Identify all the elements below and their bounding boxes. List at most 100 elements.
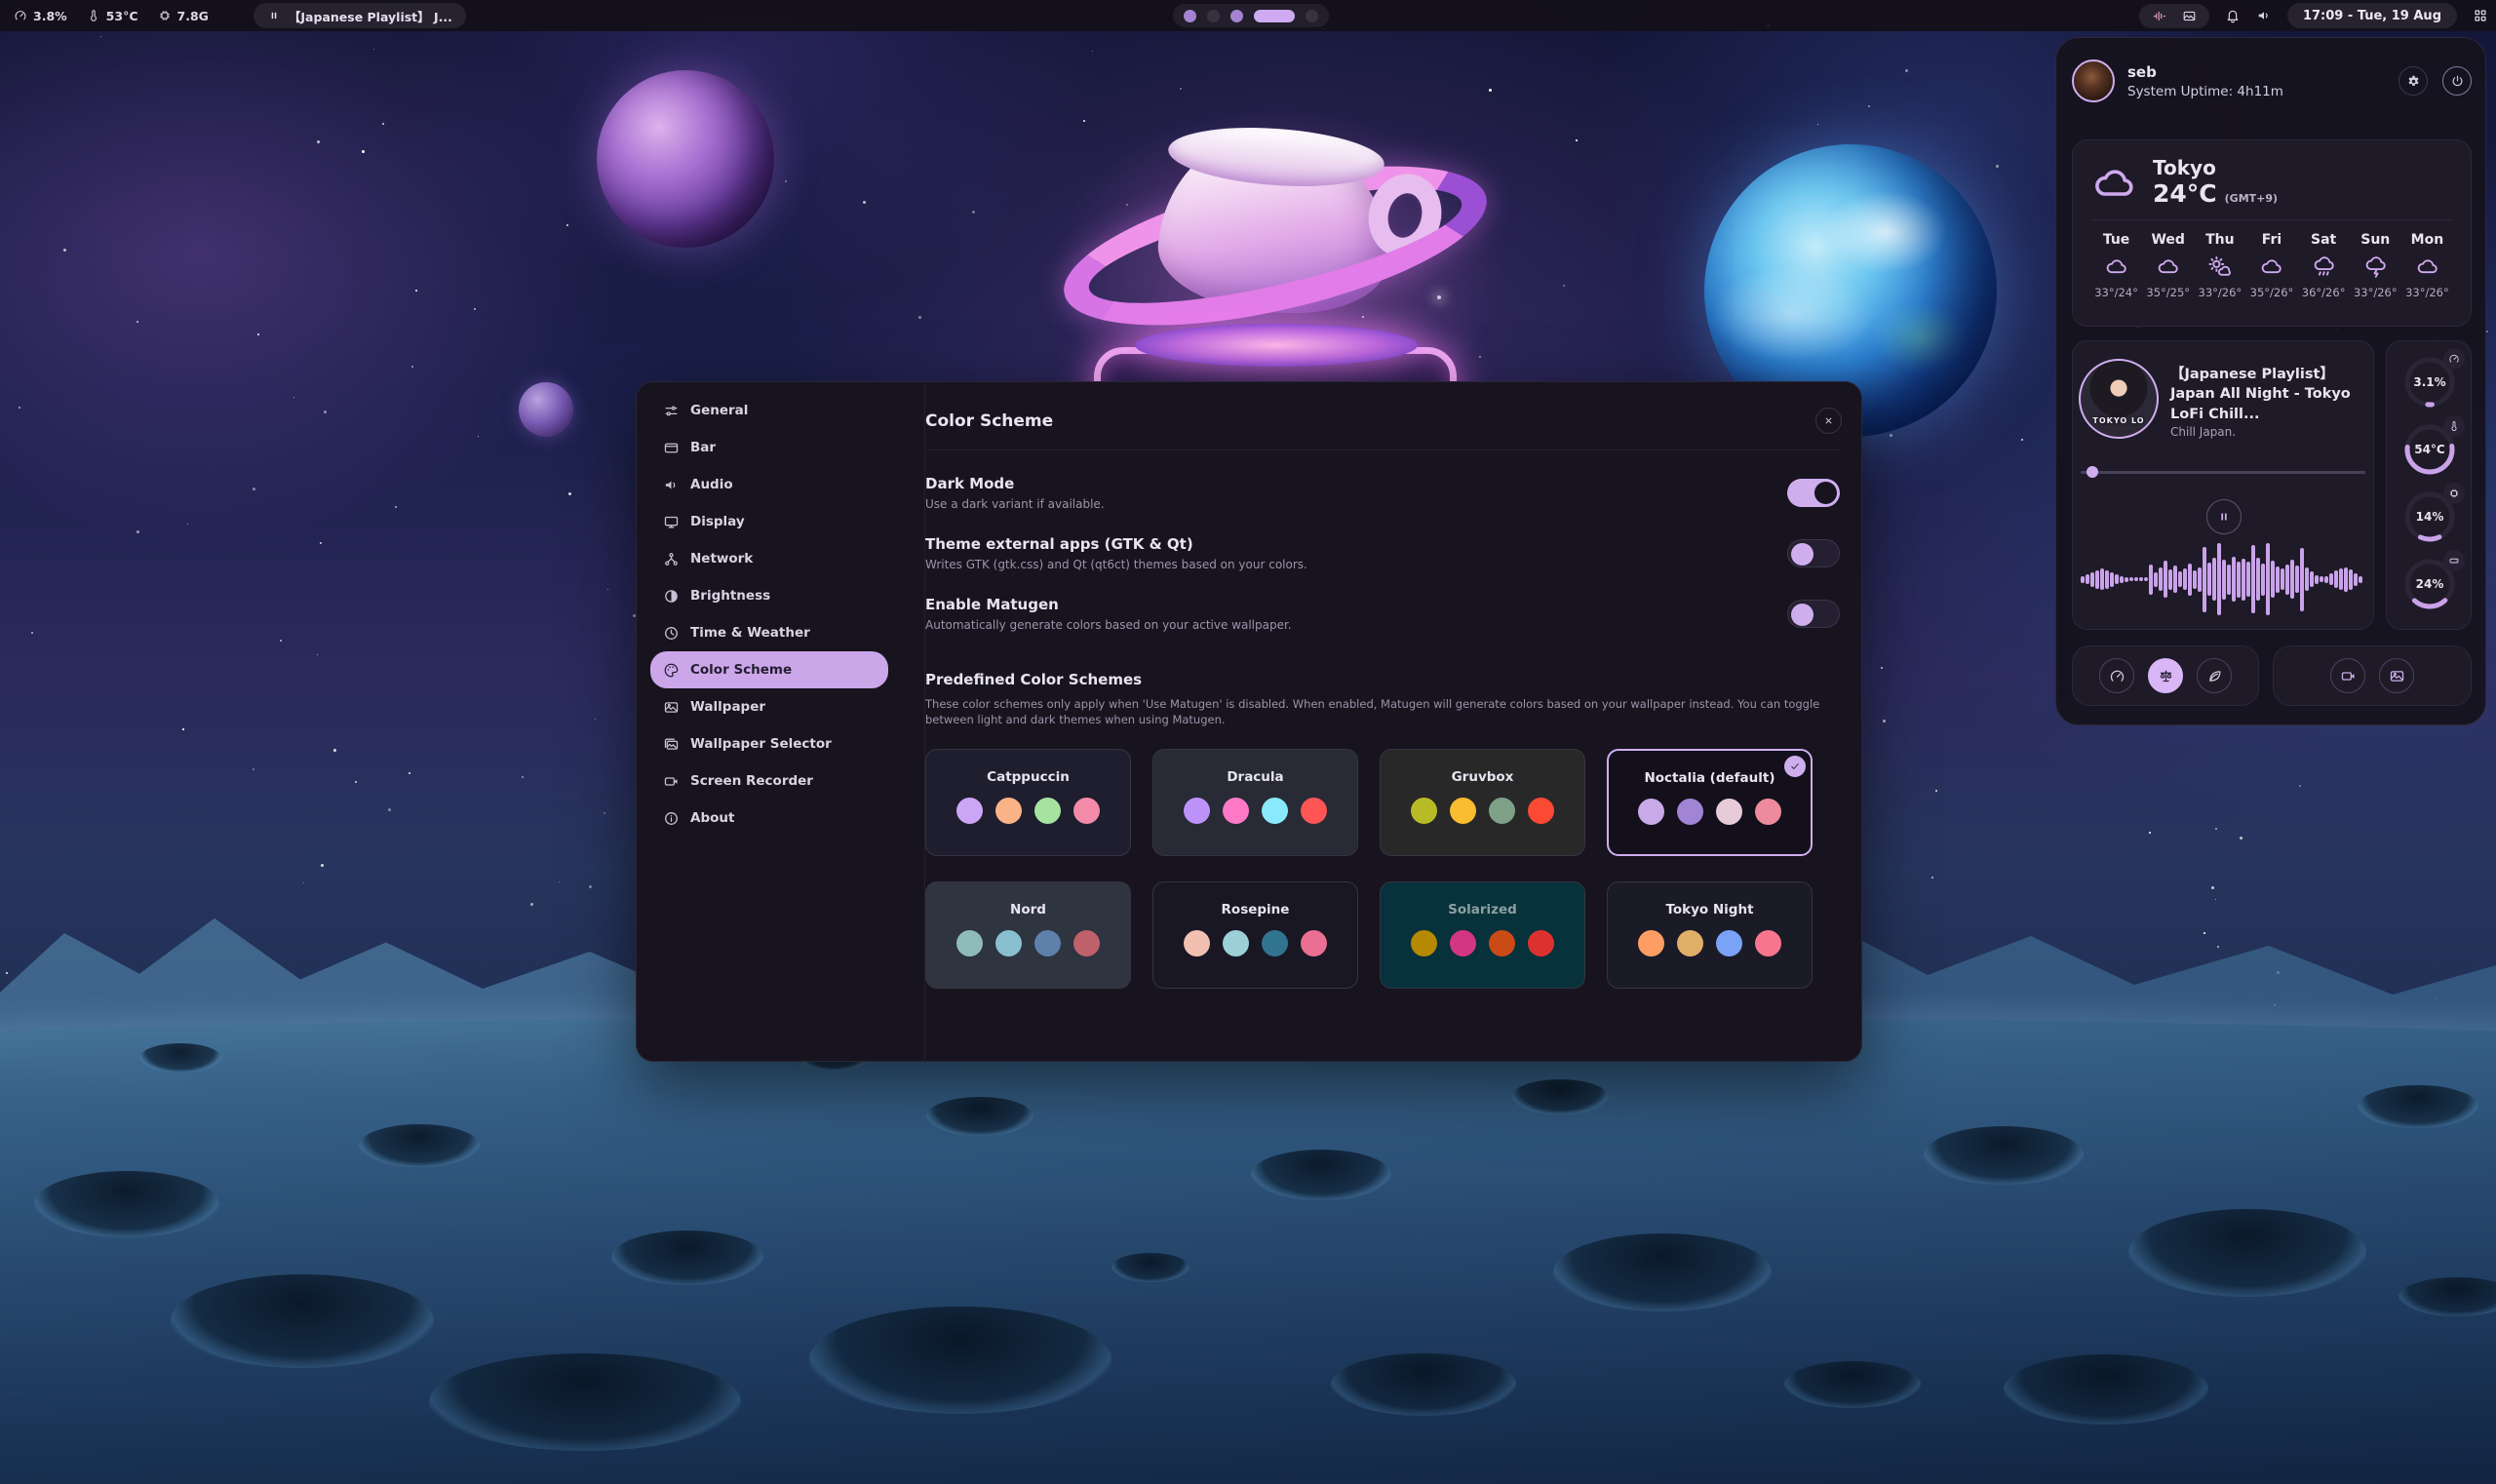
workspace-dot-3[interactable] (1230, 10, 1243, 22)
forecast-day-mon: Mon33°/26° (2401, 232, 2453, 299)
sidebar-item-network[interactable]: Network (650, 540, 888, 577)
close-button[interactable] (1815, 408, 1842, 434)
scheme-card-rosepine[interactable]: Rosepine (1152, 881, 1358, 989)
chip-icon (2443, 483, 2465, 504)
toggle-dark-mode[interactable] (1787, 479, 1840, 507)
play-pause-button[interactable] (2206, 499, 2242, 534)
color-swatch (1755, 930, 1781, 957)
scheme-card-tokyo-night[interactable]: Tokyo Night (1607, 881, 1813, 989)
gauge-icon (14, 9, 27, 22)
tray-wave-icon[interactable] (2152, 9, 2166, 23)
settings-button[interactable] (2398, 66, 2428, 96)
visualizer-bar (2349, 569, 2353, 590)
visualizer-bar (2081, 576, 2085, 583)
color-swatch (1677, 799, 1703, 825)
media-player-card: TOKYO LO 【Japanese Playlist】 Japan All N… (2072, 340, 2374, 630)
visualizer-bar (2217, 543, 2221, 615)
clock-pill[interactable]: 17:09 - Tue, 19 Aug (2287, 3, 2457, 28)
sidebar-item-brightness[interactable]: Brightness (650, 577, 888, 614)
monitor-icon (663, 514, 680, 530)
rain-icon (2312, 254, 2336, 279)
media-pill[interactable]: 【Japanese Playlist】 J... (254, 3, 466, 28)
workspace-dot-2[interactable] (1207, 10, 1220, 22)
visualizer-bar (2251, 545, 2255, 613)
color-swatch (1073, 798, 1100, 824)
toggle-enable-matugen[interactable] (1787, 600, 1840, 628)
profile-performance-button[interactable] (2099, 658, 2134, 693)
sidebar-item-screen-recorder[interactable]: Screen Recorder (650, 762, 888, 800)
media-title: 【Japanese Playlist】 Japan All Night - To… (2170, 365, 2361, 424)
visualizer-bar (2227, 565, 2231, 595)
scheme-name: Gruvbox (1452, 769, 1514, 785)
sidebar-item-audio[interactable]: Audio (650, 466, 888, 503)
visualizer-bar (2271, 561, 2275, 598)
color-swatch (1489, 930, 1515, 957)
avatar[interactable] (2072, 59, 2115, 102)
power-button[interactable] (2442, 66, 2472, 96)
visualizer-bar (2164, 561, 2167, 598)
sidebar-item-wallpaper[interactable]: Wallpaper (650, 688, 888, 725)
tray-image-icon[interactable] (2182, 9, 2197, 23)
sidebar-item-label: Audio (690, 477, 733, 492)
gallery-icon (663, 736, 680, 753)
sidebar-item-bar[interactable]: Bar (650, 429, 888, 466)
network-icon (663, 551, 680, 567)
scheme-swatches (1184, 798, 1327, 824)
color-swatch (1301, 930, 1327, 957)
setting-text: Enable MatugenAutomatically generate col… (925, 596, 1292, 632)
forecast-day-name: Sat (2311, 232, 2336, 248)
visualizer-bar (2329, 573, 2333, 585)
volume-icon[interactable] (2256, 8, 2272, 23)
visualizer-bar (2300, 548, 2304, 611)
workspace-dot-1[interactable] (1184, 10, 1196, 22)
scheme-card-dracula[interactable]: Dracula (1152, 749, 1358, 856)
toggle-rows: Dark ModeUse a dark variant if available… (925, 475, 1842, 632)
temperature-indicator: 53°C (87, 9, 138, 23)
color-swatch (956, 798, 983, 824)
wallpaper-button[interactable] (2379, 658, 2414, 693)
notifications-bell-icon[interactable] (2225, 8, 2241, 23)
toggle-theme-external-apps-gtk-qt[interactable] (1787, 539, 1840, 567)
selected-check-badge (1784, 756, 1806, 777)
scheme-card-noctalia-default[interactable]: Noctalia (default) (1607, 749, 1813, 856)
scheme-card-catppuccin[interactable]: Catppuccin (925, 749, 1131, 856)
visualizer-bar (2203, 547, 2206, 612)
color-swatch (1223, 930, 1249, 957)
visualizer-bar (2110, 572, 2114, 587)
user-row: seb System Uptime: 4h11m (2072, 58, 2472, 104)
header-divider (925, 449, 1842, 450)
workspace-dot-4[interactable] (1254, 10, 1295, 22)
scheme-card-gruvbox[interactable]: Gruvbox (1380, 749, 1585, 856)
sidebar-item-color-scheme[interactable]: Color Scheme (650, 651, 888, 688)
forecast-day-name: Tue (2103, 232, 2129, 248)
sidebar-item-label: About (690, 810, 734, 826)
color-swatch (1411, 930, 1437, 957)
visualizer-bar (2256, 558, 2260, 601)
sidebar-item-time-weather[interactable]: Time & Weather (650, 614, 888, 651)
scheme-card-nord[interactable]: Nord (925, 881, 1131, 989)
color-swatch (1184, 798, 1210, 824)
sidebar-item-display[interactable]: Display (650, 503, 888, 540)
workspace-dot-5[interactable] (1306, 10, 1318, 22)
color-swatch (1638, 930, 1664, 957)
thermometer-icon (2443, 415, 2465, 437)
profile-balanced-button[interactable] (2148, 658, 2183, 693)
chip-icon (158, 9, 172, 22)
profile-powersaver-button[interactable] (2197, 658, 2232, 693)
visualizer-bar (2105, 570, 2109, 589)
sidebar-item-wallpaper-selector[interactable]: Wallpaper Selector (650, 725, 888, 762)
forecast-day-name: Wed (2151, 232, 2184, 248)
scheme-name: Nord (1010, 902, 1046, 918)
scheme-card-solarized[interactable]: Solarized (1380, 881, 1585, 989)
page-title: Color Scheme (925, 411, 1053, 431)
top-bar: 3.8% 53°C 7.8G 【Japanese Playlist】 J... … (0, 0, 2496, 31)
screen-record-button[interactable] (2330, 658, 2365, 693)
sidebar-item-about[interactable]: About (650, 800, 888, 837)
visualizer-bar (2281, 568, 2284, 590)
progress-knob[interactable] (2086, 466, 2098, 478)
app-grid-icon[interactable] (2473, 8, 2488, 23)
media-progress-bar[interactable] (2081, 466, 2365, 478)
color-swatch (1489, 798, 1515, 824)
color-swatch (1301, 798, 1327, 824)
sidebar-item-general[interactable]: General (650, 392, 888, 429)
